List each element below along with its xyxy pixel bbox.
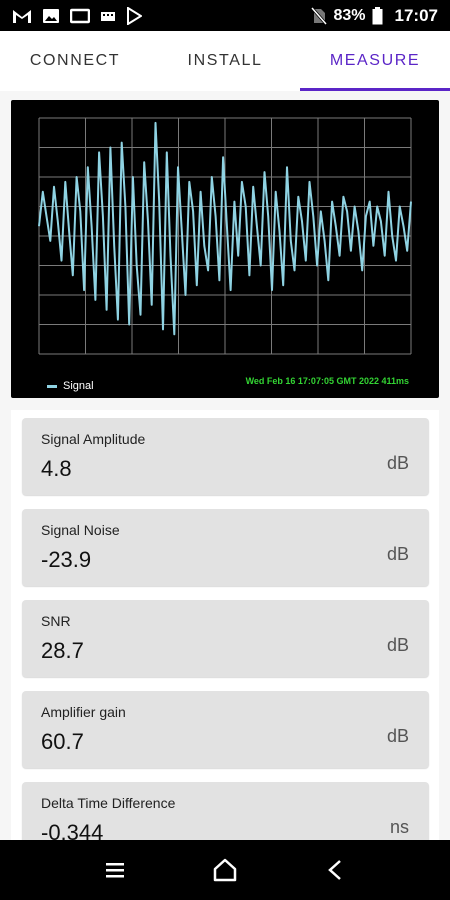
menu-icon bbox=[106, 863, 124, 878]
measurement-value: 28.7 bbox=[41, 638, 84, 663]
chart-timestamp: Wed Feb 16 17:07:05 GMT 2022 411ms bbox=[245, 376, 409, 386]
play-store-icon bbox=[126, 5, 142, 27]
measurement-card-delta-time: Delta Time Difference -0.344 ns bbox=[22, 782, 429, 840]
image-icon bbox=[42, 5, 60, 27]
measurement-label: SNR bbox=[41, 613, 71, 629]
measurement-value: -0.344 bbox=[41, 820, 104, 840]
measurement-unit: dB bbox=[386, 726, 409, 746]
measurement-card-amplifier-gain: Amplifier gain 60.7 dB bbox=[22, 691, 429, 768]
measurement-value: -23.9 bbox=[41, 547, 92, 572]
measurement-card-snr: SNR 28.7 dB bbox=[22, 600, 429, 677]
legend-swatch bbox=[47, 384, 57, 388]
legend-label: Signal bbox=[63, 380, 94, 392]
chart-legend: Signal bbox=[47, 380, 94, 392]
measurement-unit: dB bbox=[386, 544, 409, 564]
measurement-card-signal-noise: Signal Noise -23.9 dB bbox=[22, 509, 429, 586]
measurement-unit: ns bbox=[389, 817, 409, 837]
measurement-list: Signal Amplitude 4.8 dB Signal Noise -23… bbox=[11, 410, 439, 840]
home-button[interactable] bbox=[195, 840, 255, 900]
tab-measure[interactable]: MEASURE bbox=[300, 31, 450, 91]
notification-icons bbox=[12, 5, 142, 27]
measurement-unit: dB bbox=[386, 453, 409, 473]
measurement-value: 60.7 bbox=[41, 729, 84, 754]
status-bar: 83% 17:07 bbox=[0, 0, 450, 31]
back-button[interactable] bbox=[305, 840, 365, 900]
system-status: 83% 17:07 bbox=[311, 5, 438, 27]
no-sim-icon bbox=[311, 5, 328, 27]
signal-chart-plot bbox=[38, 117, 412, 355]
navigation-bar bbox=[0, 840, 450, 900]
gmail-icon bbox=[12, 5, 32, 27]
sim-icon bbox=[100, 5, 116, 27]
clock: 17:07 bbox=[394, 6, 438, 25]
signal-chart: Signal Wed Feb 16 17:07:05 GMT 2022 411m… bbox=[11, 100, 439, 398]
measurement-value: 4.8 bbox=[41, 456, 72, 481]
battery-percent: 83% bbox=[333, 7, 366, 24]
measurement-unit: dB bbox=[386, 635, 409, 655]
tab-connect[interactable]: CONNECT bbox=[0, 31, 150, 91]
measurement-label: Signal Amplitude bbox=[41, 431, 146, 447]
measurement-label: Amplifier gain bbox=[41, 704, 126, 720]
screen-icon bbox=[70, 5, 90, 27]
recents-button[interactable] bbox=[85, 840, 145, 900]
tab-install[interactable]: INSTALL bbox=[150, 31, 300, 91]
back-icon bbox=[328, 860, 341, 880]
measurement-label: Signal Noise bbox=[41, 522, 120, 538]
measure-content[interactable]: Signal Wed Feb 16 17:07:05 GMT 2022 411m… bbox=[0, 91, 450, 840]
tab-bar: CONNECT INSTALL MEASURE bbox=[0, 31, 450, 91]
measurement-label: Delta Time Difference bbox=[41, 795, 176, 811]
battery-icon bbox=[372, 5, 383, 27]
measurement-card-signal-amplitude: Signal Amplitude 4.8 dB bbox=[22, 418, 429, 495]
home-icon bbox=[213, 858, 237, 882]
